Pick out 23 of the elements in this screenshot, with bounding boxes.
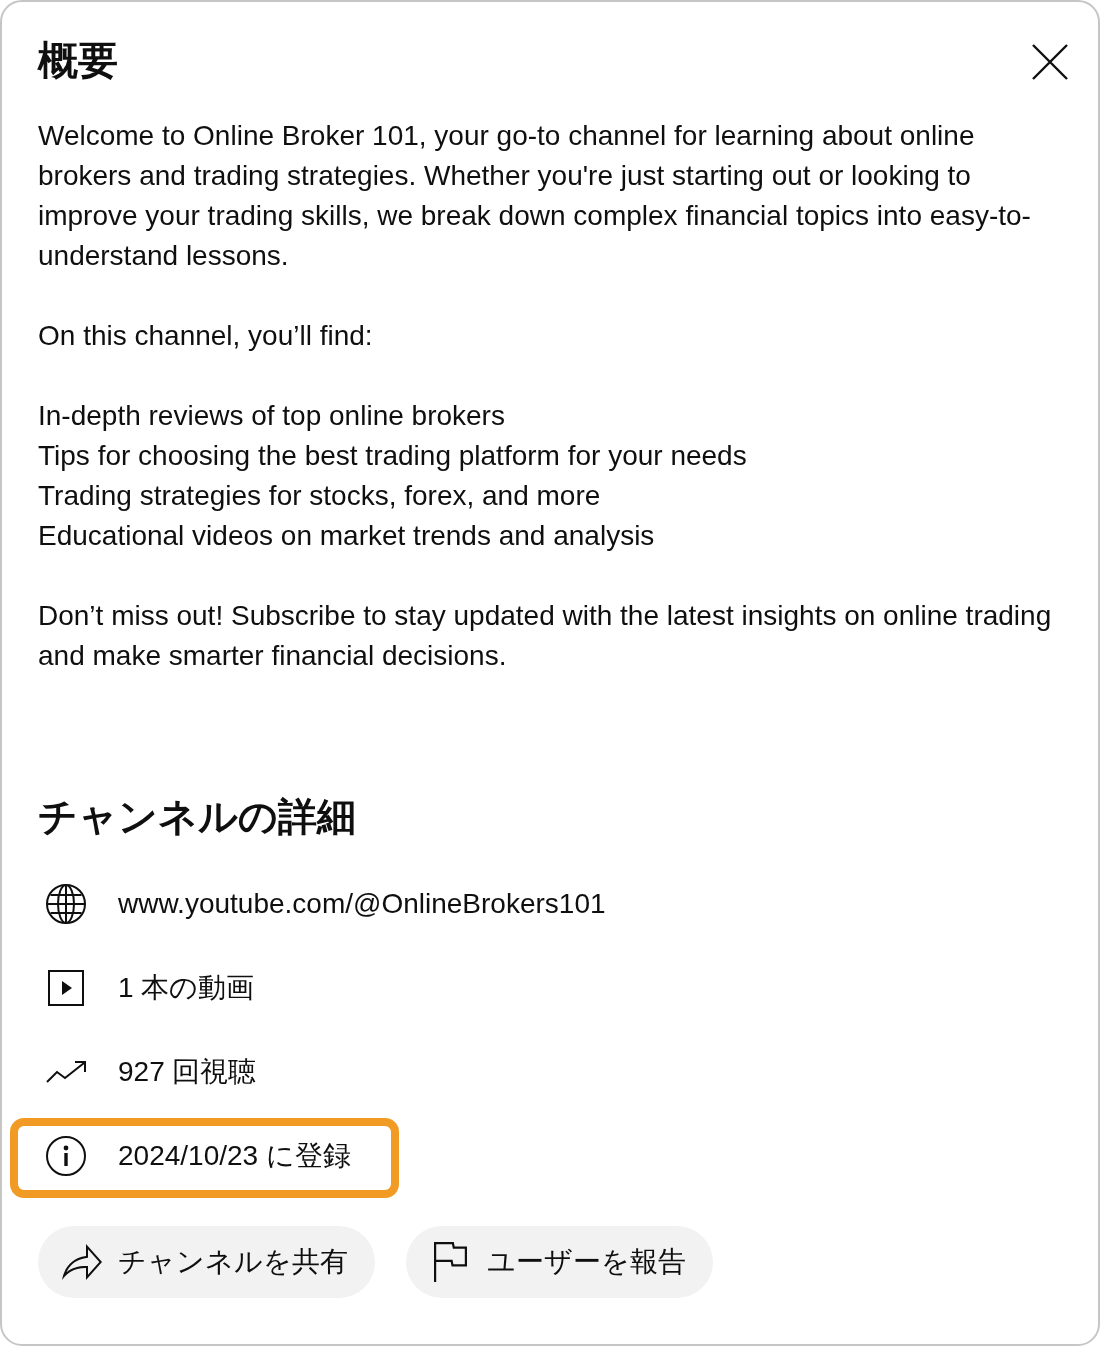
close-button[interactable]	[1032, 44, 1068, 80]
flag-icon	[434, 1242, 467, 1282]
section-title: チャンネルの詳細	[38, 794, 357, 840]
description-paragraph: On this channel, you’ll find:	[38, 319, 374, 353]
description-line: Trading strategies for stocks, forex, and more	[38, 479, 602, 513]
description-line: Tips for choosing the best trading platform for your needs	[38, 439, 748, 473]
description-line: Educational videos on market trends and analysis	[38, 519, 656, 553]
description-line: In-depth reviews of top online brokers	[38, 399, 506, 433]
play-icon	[48, 970, 84, 1006]
close-icon	[1032, 44, 1068, 80]
globe-icon	[46, 884, 86, 924]
info-icon	[46, 1136, 86, 1176]
description-paragraph: Welcome to Online Broker 101, your go-to channel for learning about online brokers and trading strategies. Whether you're just starting out or looking to improve your trading skills, we break down complex financial topics into easy-to-understand lessons.	[38, 119, 1032, 273]
share-icon	[62, 1244, 102, 1280]
view-count-text: 927 回視聴	[118, 1055, 257, 1089]
video-count-text: 1 本の動画	[118, 971, 255, 1005]
report-user-button[interactable]: ユーザーを報告	[406, 1226, 713, 1298]
description-paragraph: Don’t miss out! Subscribe to stay updated with the latest insights on online trading and make smarter financial decisions.	[38, 599, 1053, 673]
channel-url-link[interactable]: www.youtube.com/@OnlineBrokers101	[118, 886, 606, 922]
dialog-title: 概要	[38, 37, 118, 84]
share-channel-button[interactable]: チャンネルを共有	[38, 1226, 375, 1298]
join-date-text: 2024/10/23 に登録	[118, 1139, 351, 1173]
trending-up-icon	[46, 1061, 86, 1083]
